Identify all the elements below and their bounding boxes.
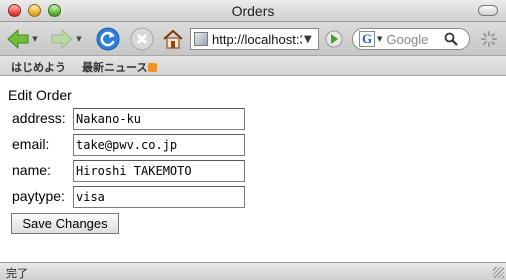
search-bar[interactable]: G ▼ Google (352, 28, 470, 50)
magnifier-icon[interactable] (444, 32, 459, 46)
reload-button[interactable] (94, 26, 122, 52)
page-title: Edit Order (8, 87, 72, 103)
forward-button[interactable]: ▼ (48, 26, 84, 52)
toolbar-toggle-button[interactable] (478, 5, 498, 16)
search-input[interactable]: Google (386, 32, 442, 47)
save-changes-button[interactable]: Save Changes (11, 213, 119, 234)
spinner-icon (481, 31, 497, 47)
email-field[interactable]: take@pwv.co.jp (73, 134, 245, 156)
reload-icon (96, 27, 120, 51)
window-titlebar: Orders (0, 0, 506, 22)
status-text: 完了 (6, 267, 28, 280)
home-icon (163, 29, 183, 49)
go-arrow-icon (325, 30, 343, 48)
rss-icon (148, 63, 158, 72)
bookmark-latest-news-label: 最新ニュース (82, 61, 148, 74)
paytype-field[interactable]: visa (73, 186, 245, 208)
window-title: Orders (231, 3, 275, 19)
back-arrow-icon (7, 28, 29, 50)
go-button[interactable] (322, 26, 346, 52)
status-bar: 完了 (0, 262, 506, 280)
email-label: email: (12, 136, 50, 152)
forward-history-chevron-icon[interactable]: ▼ (76, 35, 81, 43)
bookmark-latest-news[interactable]: 最新ニュース (82, 59, 158, 75)
back-history-chevron-icon[interactable]: ▼ (32, 35, 37, 43)
back-button[interactable]: ▼ (4, 26, 40, 52)
resize-grip-icon[interactable] (493, 267, 504, 278)
paytype-label: paytype: (12, 188, 65, 204)
search-engine-icon[interactable]: G (359, 31, 375, 47)
stop-button[interactable] (128, 26, 156, 52)
navigation-toolbar: ▼ ▼ http://localhost:3000/orders/1/edit … (0, 22, 506, 56)
url-text[interactable]: http://localhost:3000/orders/1/edit (212, 32, 302, 47)
home-button[interactable] (160, 26, 186, 52)
stop-icon (130, 27, 154, 51)
bookmark-getting-started[interactable]: はじめよう (11, 59, 66, 75)
address-label: address: (12, 110, 66, 126)
name-label: name: (12, 162, 51, 178)
bookmarks-bar: はじめよう 最新ニュース (0, 56, 506, 76)
forward-arrow-icon (51, 28, 74, 50)
address-field[interactable]: Nakano-ku (73, 108, 245, 130)
site-favicon-icon (194, 32, 208, 46)
name-field[interactable]: Hiroshi TAKEMOTO (73, 160, 245, 182)
search-engine-dropdown-icon[interactable]: ▼ (377, 35, 382, 43)
url-history-dropdown-icon[interactable]: ▼ (304, 34, 312, 45)
url-bar[interactable]: http://localhost:3000/orders/1/edit ▼ (190, 28, 319, 50)
page-content: Edit Order address: Nakano-ku email: tak… (0, 77, 506, 262)
